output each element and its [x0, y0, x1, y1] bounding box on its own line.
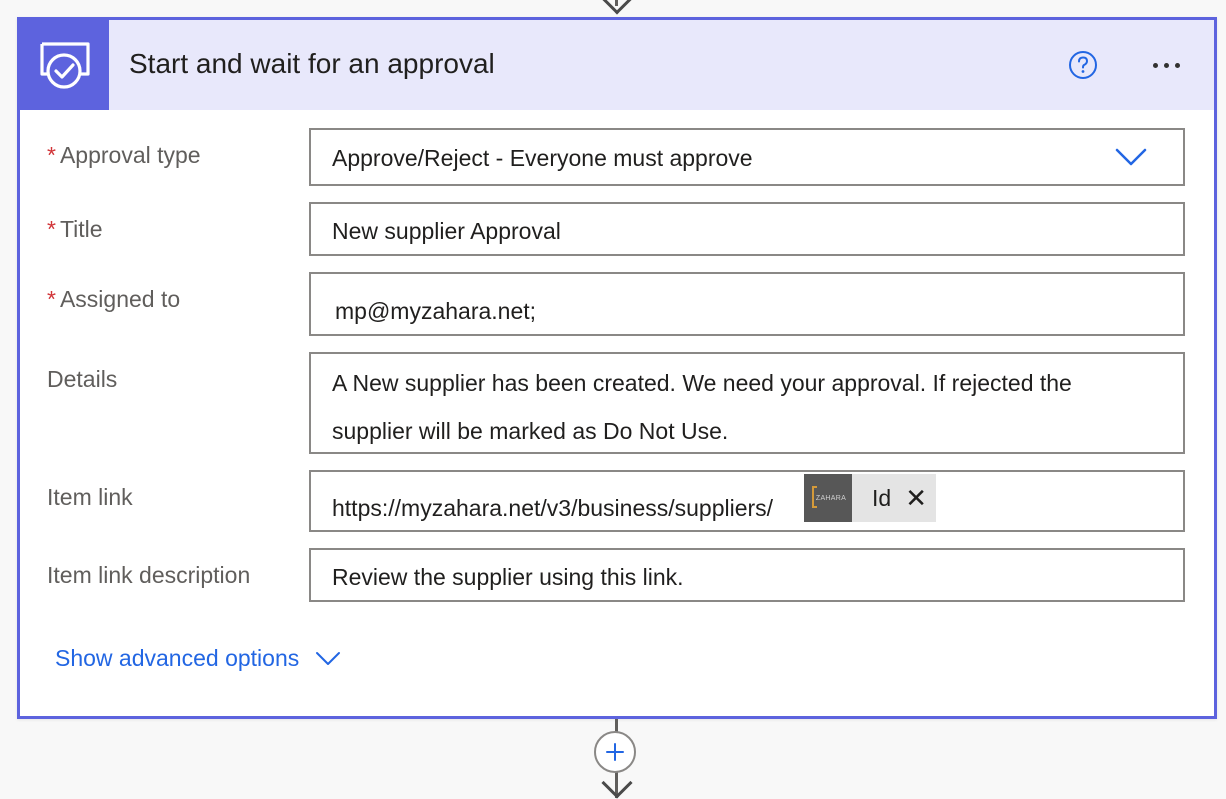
- approval-action-card: Start and wait for an approval * Approval…: [17, 17, 1217, 719]
- item-link-description-field[interactable]: Review the supplier using this link.: [309, 548, 1185, 602]
- approval-type-dropdown[interactable]: Approve/Reject - Everyone must approve: [309, 128, 1185, 186]
- chevron-down-icon: [316, 651, 341, 665]
- chevron-down-icon: [1115, 148, 1147, 166]
- token-label: Id: [872, 484, 892, 511]
- item-link-description-label: Item link description: [47, 562, 251, 588]
- required-marker: *: [47, 142, 56, 168]
- arrow-down-icon-bottom: [601, 767, 633, 799]
- approval-type-label: * Approval type: [47, 142, 201, 168]
- title-value: New supplier Approval: [332, 218, 561, 244]
- add-step-button[interactable]: [594, 731, 636, 773]
- assigned-to-label: * Assigned to: [47, 286, 181, 312]
- assigned-to-value: mp@myzahara.net;: [335, 298, 537, 324]
- assigned-to-field[interactable]: mp@myzahara.net;: [309, 272, 1185, 336]
- item-link-field[interactable]: https://myzahara.net/v3/business/supplie…: [309, 470, 1185, 532]
- title-field[interactable]: New supplier Approval: [309, 202, 1185, 256]
- zahara-logo-icon: ZAHARA: [804, 474, 852, 522]
- advanced-options-label: Show advanced options: [55, 645, 300, 671]
- details-label: Details: [47, 366, 118, 392]
- approval-icon: [20, 20, 109, 110]
- close-icon[interactable]: ✕: [905, 485, 927, 511]
- dynamic-content-token[interactable]: ZAHARA Id ✕: [804, 474, 936, 522]
- details-field[interactable]: A New supplier has been created. We need…: [309, 352, 1185, 454]
- approval-type-value: Approve/Reject - Everyone must approve: [332, 145, 753, 171]
- card-header[interactable]: Start and wait for an approval: [20, 20, 1214, 110]
- show-advanced-options-link[interactable]: Show advanced options: [55, 645, 341, 672]
- more-options-icon[interactable]: [1140, 50, 1192, 80]
- item-link-description-value: Review the supplier using this link.: [332, 564, 684, 590]
- help-icon[interactable]: [1068, 50, 1098, 80]
- arrow-down-icon-top: [601, 0, 633, 15]
- title-label: * Title: [47, 216, 103, 242]
- item-link-value: https://myzahara.net/v3/business/supplie…: [332, 495, 774, 521]
- details-value: A New supplier has been created. We need…: [332, 370, 1072, 444]
- required-marker: *: [47, 216, 56, 242]
- item-link-label: Item link: [47, 484, 133, 510]
- required-marker: *: [47, 286, 56, 312]
- plus-icon: [606, 743, 624, 761]
- card-title: Start and wait for an approval: [129, 48, 495, 79]
